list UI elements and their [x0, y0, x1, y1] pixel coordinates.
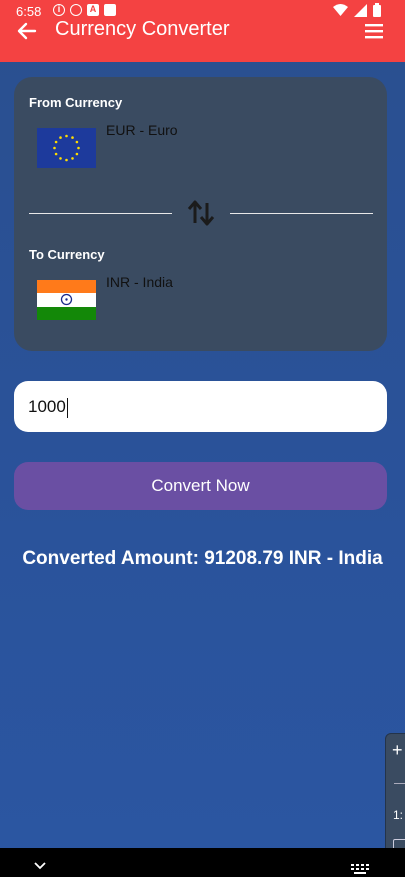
info-icon: i: [53, 4, 65, 16]
app-screen: 6:58 i A Currency Converter From Currenc…: [0, 0, 405, 877]
divider-right: [230, 213, 373, 214]
text-caret: [66, 397, 69, 418]
to-currency-label: To Currency: [29, 247, 105, 262]
shield-icon: [70, 4, 82, 16]
status-right-icons: [333, 3, 381, 17]
signal-icon: [354, 3, 367, 17]
keyboard-icon[interactable]: [351, 864, 369, 874]
zoom-label: 1:: [393, 808, 404, 822]
side-control-panel[interactable]: + 1:: [385, 733, 405, 865]
app-bar: 6:58 i A Currency Converter: [0, 0, 405, 62]
plus-icon[interactable]: +: [392, 740, 403, 761]
wifi-icon: [333, 4, 348, 16]
system-nav-bar: [0, 848, 405, 877]
divider-left: [29, 213, 172, 214]
back-arrow-icon[interactable]: [14, 18, 40, 44]
status-left-icons: i A: [53, 4, 116, 16]
amount-value: 1000: [28, 397, 66, 416]
eu-flag-icon: [37, 128, 96, 168]
convert-now-button[interactable]: Convert Now: [14, 462, 387, 510]
page-title: Currency Converter: [55, 18, 230, 40]
from-currency-label: From Currency: [29, 95, 123, 110]
amount-input[interactable]: 1000: [14, 381, 387, 432]
india-flag-icon: [37, 280, 96, 320]
a-icon: A: [87, 4, 99, 16]
hamburger-menu-icon[interactable]: [363, 20, 385, 42]
sim-icon: [104, 4, 116, 16]
currency-selection-card: From Currency EUR - Euro To Currency INR…: [14, 77, 387, 351]
battery-icon: [373, 3, 381, 17]
swap-vertical-icon[interactable]: [185, 197, 217, 229]
to-currency-value: INR - India: [106, 274, 173, 290]
from-currency-value: EUR - Euro: [106, 122, 178, 138]
converted-amount-text: Converted Amount: 91208.79 INR - India: [22, 548, 383, 569]
minus-icon[interactable]: [394, 783, 405, 784]
chevron-down-icon[interactable]: [33, 861, 47, 870]
status-time: 6:58: [16, 4, 42, 19]
